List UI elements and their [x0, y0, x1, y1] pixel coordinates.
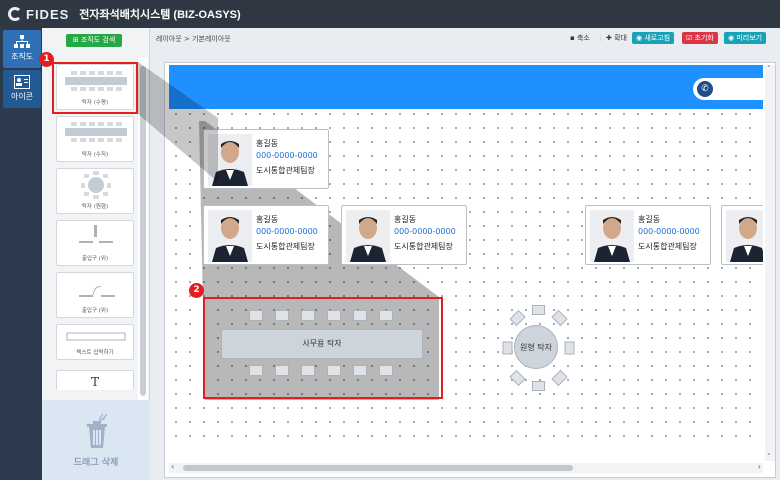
highlight-palette-item [52, 62, 138, 114]
expand-label: 확대 [614, 34, 627, 42]
drag-shadow-bridge [138, 62, 218, 182]
palette-item-text[interactable]: T [56, 370, 134, 390]
app-header: FIDES 전자좌석배치시스템 (BIZ-OASYS) [0, 0, 780, 28]
person-card[interactable] [721, 205, 763, 265]
person-avatar-icon [726, 210, 763, 262]
seat [532, 381, 545, 391]
person-name: 홍길동 [638, 215, 661, 224]
person-avatar-icon [590, 210, 634, 262]
reset-button[interactable]: ☑ 초기화 [682, 32, 718, 44]
seat [532, 305, 545, 315]
person-photo [726, 210, 763, 262]
rail-org-chart-label: 조직도 [10, 52, 34, 61]
person-dept: 도시통합관제팀장 [256, 166, 315, 175]
canvas-hscrollbar[interactable]: ‹ › [169, 462, 763, 473]
refresh-button[interactable]: ◉ 새로고침 [632, 32, 675, 44]
refresh-label: 새로고침 [644, 34, 671, 42]
scroll-down-icon[interactable]: ˅ [767, 453, 771, 461]
preview-label: 미리보기 [736, 34, 763, 42]
person-dept: 도시통합관제팀장 [256, 242, 315, 251]
trash-icon [87, 413, 108, 448]
person-card[interactable]: 홍길동 000-0000-0000 도시통합관제팀장 [341, 205, 467, 265]
drag-delete-zone[interactable]: 드래그 삭제 [42, 400, 150, 480]
palette-item-text-input[interactable]: 텍스트 입력하기 [56, 324, 134, 360]
preview-button[interactable]: ◉ 미리보기 [724, 32, 767, 44]
person-photo [208, 210, 252, 262]
person-card[interactable]: 홍길동 000-0000-0000 도시통합관제팀장 [203, 129, 329, 189]
door-arc-icon [79, 286, 115, 297]
person-phone: 000-0000-0000 [256, 151, 318, 160]
palette-item-label: 출입구 (위) [81, 256, 109, 262]
minus-icon: ▪ [570, 34, 577, 42]
palette-item-label: 출입구 (위) [81, 308, 109, 314]
left-rail: 조직도 아이콘 [0, 28, 42, 480]
person-avatar-icon [346, 210, 390, 262]
palette-item-label: 탁자 (원형) [81, 204, 109, 210]
person-card[interactable]: 홍길동 000-0000-0000 도시통합관제팀장 [585, 205, 711, 265]
expand-button[interactable]: ✚ 확대 [602, 32, 631, 44]
check-icon: ☑ [686, 34, 695, 42]
grid-icon: ⊞ [72, 36, 81, 44]
person-card[interactable]: 홍길동 000-0000-0000 도시통합관제팀장 [203, 205, 329, 265]
person-name: 홍길동 [394, 215, 417, 224]
org-search-label: 조직도 검색 [80, 36, 116, 44]
person-photo [346, 210, 390, 262]
scroll-right-icon[interactable]: › [758, 462, 761, 471]
plus-icon: ✚ [606, 34, 615, 42]
scroll-left-icon[interactable]: ‹ [171, 462, 174, 471]
logo-ring-icon [8, 7, 22, 21]
palette-item-table-vertical[interactable]: 탁자 (수직) [56, 116, 134, 162]
seat [564, 341, 575, 355]
door-icon [79, 225, 113, 243]
shrink-button[interactable]: ▪ 축소 [566, 32, 594, 44]
seat [502, 341, 513, 355]
palette-item-door-up[interactable]: 출입구 (위) [56, 220, 134, 266]
fides-logo: FIDES [8, 7, 69, 22]
round-table: 원형 탁자 [514, 325, 558, 369]
scroll-up-icon[interactable]: ˄ [767, 65, 771, 73]
rail-icons-label: 아이콘 [10, 92, 34, 101]
person-phone: 000-0000-0000 [394, 227, 456, 236]
person-photo [590, 210, 634, 262]
palette-item-table-round[interactable]: 탁자 (원형) [56, 168, 134, 214]
palette-item-label: 텍스트 입력하기 [76, 350, 114, 356]
person-name: 홍길동 [256, 139, 279, 148]
canvas-vscrollbar[interactable]: ˄ ˅ [765, 65, 775, 461]
id-card-icon [14, 75, 30, 89]
logo-text: FIDES [26, 6, 70, 22]
org-search-button[interactable]: ⊞ 조직도 검색 [66, 34, 122, 47]
person-dept: 도시통합관제팀장 [394, 242, 453, 251]
vertical-table-icon [65, 122, 127, 142]
person-phone: 000-0000-0000 [638, 227, 700, 236]
step-badge-1: 1 [39, 52, 54, 67]
text-t-icon: T [90, 375, 99, 389]
canvas-hscroll-thumb[interactable] [183, 465, 573, 471]
text-box-icon [66, 332, 126, 341]
person-avatar-icon [208, 210, 252, 262]
shrink-label: 축소 [576, 34, 590, 42]
drag-delete-label: 드래그 삭제 [73, 458, 119, 468]
app-title: 전자좌석배치시스템 (BIZ-OASYS) [79, 9, 241, 21]
reset-label: 초기화 [694, 34, 714, 42]
highlight-drop-target [203, 297, 443, 399]
layout-canvas[interactable]: ✆ 홍길동 000-0000-0000 도시통합관제팀장 홍길동 000-000… [169, 65, 763, 441]
palette-item-door-arc[interactable]: 출입구 (위) [56, 272, 134, 318]
breadcrumb: 레이아웃 > 기본레이아웃 [156, 35, 231, 43]
step-badge-2: 2 [189, 283, 204, 298]
round-table-icon [81, 171, 111, 199]
person-phone: 000-0000-0000 [256, 227, 318, 236]
workspace: 레이아웃 > 기본레이아웃 ▪ 축소 | ✚ 확대 ◉ 새로고침 ☑ 초기화 ◉… [150, 28, 780, 480]
person-dept: 도시통합관제팀장 [638, 242, 697, 251]
person-name: 홍길동 [256, 215, 279, 224]
palette-item-label: 탁자 (수직) [81, 152, 109, 158]
rail-icons[interactable]: 아이콘 [3, 70, 41, 108]
layout-canvas-frame: ✆ 홍길동 000-0000-0000 도시통합관제팀장 홍길동 000-000… [164, 62, 776, 478]
rail-org-chart[interactable]: 조직도 [3, 30, 41, 68]
org-chart-icon [14, 35, 30, 48]
